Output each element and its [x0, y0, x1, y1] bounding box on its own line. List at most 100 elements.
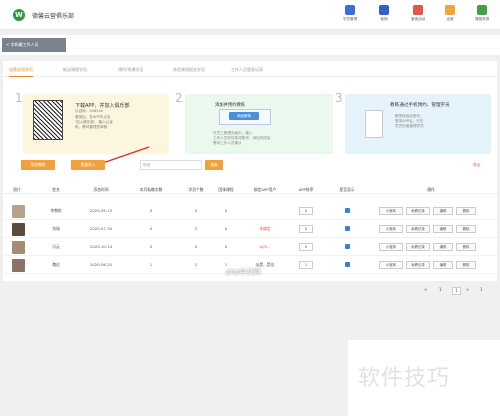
app-user[interactable]: 以/9... — [259, 244, 270, 250]
step-1-line: 码，等待管理员审核 — [75, 125, 108, 129]
student-count: 0 — [194, 208, 198, 213]
student-count: 2 — [194, 226, 198, 231]
delete-button[interactable]: 删除 — [456, 261, 476, 269]
pager-current-input[interactable]: 1 — [452, 287, 461, 295]
private-records-button[interactable]: 私教记录 — [406, 207, 430, 215]
search-input[interactable]: 搜索 — [140, 160, 202, 170]
added-date: 2020-05-13 — [89, 208, 113, 213]
step-2-line: 等待工作人员确认 — [213, 141, 242, 145]
col-header: 学员个数 — [188, 187, 204, 192]
table-header: 照片 姓名 添加时间 本月私教次数 学员个数 团体课程 绑定APP用户 APP排… — [3, 184, 497, 194]
step-3-title: 教练通过手机预约、管理学员 — [390, 103, 450, 108]
mini-program-button[interactable]: 小程序 — [379, 243, 403, 251]
monthly-count: 0 — [149, 244, 153, 249]
delete-button[interactable]: 删除 — [456, 225, 476, 233]
table-row: 李教练 2020-05-13 0 0 0 0 小程序 私教记录 编辑 删除 — [3, 202, 497, 220]
app-rank-input[interactable]: 0 — [299, 207, 313, 215]
step-1-title: 下载APP，并加入俱乐部 — [75, 103, 130, 109]
avatar — [12, 241, 25, 254]
added-date: 2020-06-20 — [89, 262, 113, 267]
student-count: 2 — [194, 262, 198, 267]
step-3-card: 3 教练通过手机预约、管理学员 教练使用此账号， 登录APP后，可在 学员页面管… — [335, 91, 495, 155]
step-1-line: 认证码：408540 — [75, 109, 104, 113]
col-header: 操作 — [427, 187, 435, 192]
display-checkbox[interactable] — [345, 208, 350, 213]
added-date: 2020-10-14 — [89, 244, 113, 249]
step-number: 3 — [335, 91, 343, 105]
step-2-box: 添加并预约教练 添加教练 在员工管理页面中，输入 工作人员的信息或账号，添加完成… — [185, 94, 333, 154]
coach-name: 魏佳 — [52, 262, 60, 267]
batch-import-button[interactable]: 批量导入 — [71, 160, 105, 170]
chart-icon — [445, 5, 455, 15]
search-button[interactable]: 搜索 — [205, 160, 223, 170]
edit-button[interactable]: 编辑 — [433, 225, 453, 233]
watermark-badge: php中文网 — [226, 268, 261, 276]
edit-button[interactable]: 编辑 — [433, 243, 453, 251]
gift-icon — [413, 5, 423, 15]
col-header: 姓名 — [52, 187, 60, 192]
student-count: 0 — [194, 244, 198, 249]
col-header: 团体课程 — [218, 187, 234, 192]
monthly-count: 0 — [149, 226, 153, 231]
mini-program-button[interactable]: 小程序 — [379, 207, 403, 215]
main-panel: 该营业组学员 推送课程学员 预约/排课学员 体验课程报名学员 工作人员登录记录 … — [3, 61, 497, 295]
pager-prev-button[interactable]: < — [424, 287, 427, 292]
mini-program-button[interactable]: 小程序 — [379, 225, 403, 233]
top-bar: W 德馨云营俱乐部 学员管理 营销 营销活动 运营 课程资源 — [0, 0, 500, 30]
display-checkbox[interactable] — [345, 244, 350, 249]
watermark-text: 软件技巧 — [358, 366, 451, 391]
edit-button[interactable]: 编辑 — [433, 261, 453, 269]
delete-button[interactable]: 删除 — [456, 243, 476, 251]
tab-bar: 该营业组学员 推送课程学员 预约/排课学员 体验课程报名学员 工作人员登录记录 — [3, 67, 497, 77]
mini-program-button[interactable]: 小程序 — [379, 261, 403, 269]
private-records-button[interactable]: 私教记录 — [406, 261, 430, 269]
toolbar-item-students[interactable]: 学员管理 — [336, 5, 364, 22]
avatar — [12, 223, 25, 236]
qr-code-icon — [33, 100, 63, 140]
back-bar: < 学和藏工作人员 — [0, 35, 500, 55]
table-row: 张瑞 2020-07-30 0 2 0 未绑定 0 小程序 私教记录 编辑 删除 — [3, 220, 497, 238]
back-button[interactable]: < 学和藏工作人员 — [2, 38, 66, 52]
people-icon — [345, 5, 355, 15]
app-rank-input[interactable]: 1 — [299, 261, 313, 269]
tab-booking-students[interactable]: 预约/排课学员 — [118, 67, 143, 77]
toolbar-item-campaigns[interactable]: 营销活动 — [404, 5, 432, 22]
pager-total: 1 — [480, 287, 483, 292]
display-checkbox[interactable] — [345, 226, 350, 231]
col-header: 照片 — [13, 187, 21, 192]
toolbar-item-operations[interactable]: 运营 — [436, 5, 464, 22]
pager-first-button[interactable]: 1 — [439, 287, 442, 292]
app-rank-input[interactable]: 0 — [299, 243, 313, 251]
group-class-count: 0 — [224, 208, 228, 213]
group-class-count: 0 — [224, 226, 228, 231]
club-logo-icon[interactable]: W — [13, 9, 25, 21]
add-coach-button[interactable]: 添加教练 — [21, 160, 55, 170]
display-checkbox[interactable] — [345, 262, 350, 267]
export-link[interactable]: 导出 — [473, 163, 480, 168]
tab-trial-students[interactable]: 体验课程报名学员 — [173, 67, 205, 77]
monthly-count: 0 — [149, 208, 153, 213]
col-header: APP排序 — [298, 187, 314, 192]
app-rank-input[interactable]: 0 — [299, 225, 313, 233]
tab-club-students[interactable]: 该营业组学员 — [9, 67, 33, 77]
private-records-button[interactable]: 私教记录 — [406, 225, 430, 233]
col-header: 绑定APP用户 — [253, 187, 277, 192]
toolbar-item-marketing[interactable]: 营销 — [370, 5, 398, 22]
edit-button[interactable]: 编辑 — [433, 207, 453, 215]
club-name: 德馨云营俱乐部 — [32, 13, 75, 20]
added-date: 2020-07-30 — [89, 226, 113, 231]
app-user[interactable]: 未绑定 — [259, 226, 270, 232]
col-header: 添加时间 — [93, 187, 109, 192]
add-coach-mini-button[interactable]: 添加教练 — [229, 112, 259, 120]
toolbar-item-courses[interactable]: 课程资源 — [468, 5, 496, 22]
tab-pushed-students[interactable]: 推送课程学员 — [63, 67, 87, 77]
book-icon — [477, 5, 487, 15]
delete-button[interactable]: 删除 — [456, 207, 476, 215]
pager-next-button[interactable]: > — [466, 287, 469, 292]
table-row: 冯云 2020-10-14 0 0 0 以/9... 0 小程序 私教记录 编辑… — [3, 238, 497, 256]
avatar — [12, 205, 25, 218]
tab-staff-login-records[interactable]: 工作人员登录记录 — [231, 67, 263, 77]
col-header: 是否显示 — [339, 187, 355, 192]
private-records-button[interactable]: 私教记录 — [406, 243, 430, 251]
monthly-count: 1 — [149, 262, 153, 267]
